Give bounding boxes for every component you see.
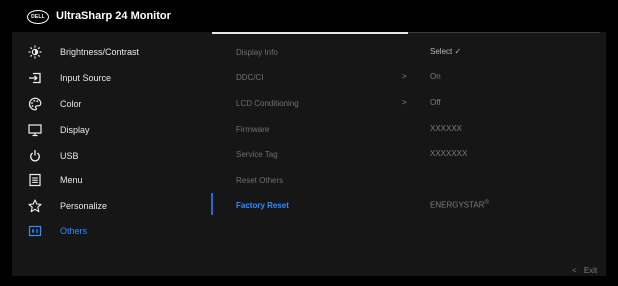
sidebar-item-display[interactable]: Display (28, 121, 208, 139)
sidebar-item-others[interactable]: Others (28, 222, 208, 240)
sidebar-item-label: USB (60, 151, 79, 161)
submenu-item-service-tag[interactable]: Service Tag (236, 147, 278, 161)
monitor-icon (28, 123, 42, 137)
sidebar-item-brightness-contrast[interactable]: Brightness/Contrast (28, 43, 208, 61)
sidebar-item-label: Brightness/Contrast (60, 47, 140, 57)
others-icon (28, 224, 42, 238)
display-info-value[interactable]: Select ✓ (430, 47, 461, 56)
exit-button[interactable]: < Exit (572, 266, 597, 275)
energy-star-label: ENERGYSTAR® (430, 200, 489, 210)
sidebar-item-usb[interactable]: USB (28, 147, 208, 165)
chevron-left-icon: < (572, 266, 577, 275)
chevron-right-icon: > (402, 72, 407, 81)
monitor-title: UltraSharp 24 Monitor (56, 10, 171, 22)
sidebar-item-label: Personalize (60, 201, 108, 211)
submenu-item-ddc-ci[interactable]: DDC/CI (236, 70, 264, 84)
palette-icon (28, 97, 42, 111)
submenu-item-factory-reset[interactable]: Factory Reset (236, 198, 289, 212)
selection-indicator (211, 193, 213, 215)
sidebar-item-label: Others (60, 226, 88, 236)
energy-star-text: ENERGYSTAR (430, 200, 485, 210)
sidebar-item-label: Input Source (60, 73, 112, 83)
sidebar-item-label: Color (60, 99, 82, 109)
submenu-item-firmware[interactable]: Firmware (236, 122, 269, 136)
service-tag-value: XXXXXXX (430, 149, 468, 158)
sidebar-item-color[interactable]: Color (28, 95, 208, 113)
dell-logo: DELL (27, 10, 49, 24)
sidebar-item-label: Display (60, 125, 90, 135)
submenu-item-reset-others[interactable]: Reset Others (236, 173, 283, 187)
submenu-item-display-info[interactable]: Display Info (236, 45, 278, 59)
star-icon (28, 199, 42, 213)
submenu-item-lcd-conditioning[interactable]: LCD Conditioning (236, 96, 299, 110)
brightness-icon (28, 45, 42, 59)
input-source-icon (28, 71, 42, 85)
exit-label: Exit (583, 266, 598, 275)
menu-list-icon (28, 173, 42, 187)
osd-header: DELL UltraSharp 24 Monitor (0, 0, 618, 34)
sidebar-item-input-source[interactable]: Input Source (28, 69, 208, 87)
registered-mark: ® (484, 200, 489, 206)
sidebar-item-menu[interactable]: Menu (28, 171, 208, 189)
ddc-ci-value: On (430, 72, 441, 81)
firmware-value: XXXXXX (430, 124, 463, 133)
sidebar-item-label: Menu (60, 175, 83, 185)
chevron-right-icon: > (402, 98, 407, 107)
sidebar-item-personalize[interactable]: Personalize (28, 197, 208, 215)
power-icon (28, 149, 42, 163)
submenu-top-highlight (212, 32, 408, 34)
lcd-conditioning-value: Off (430, 98, 441, 107)
